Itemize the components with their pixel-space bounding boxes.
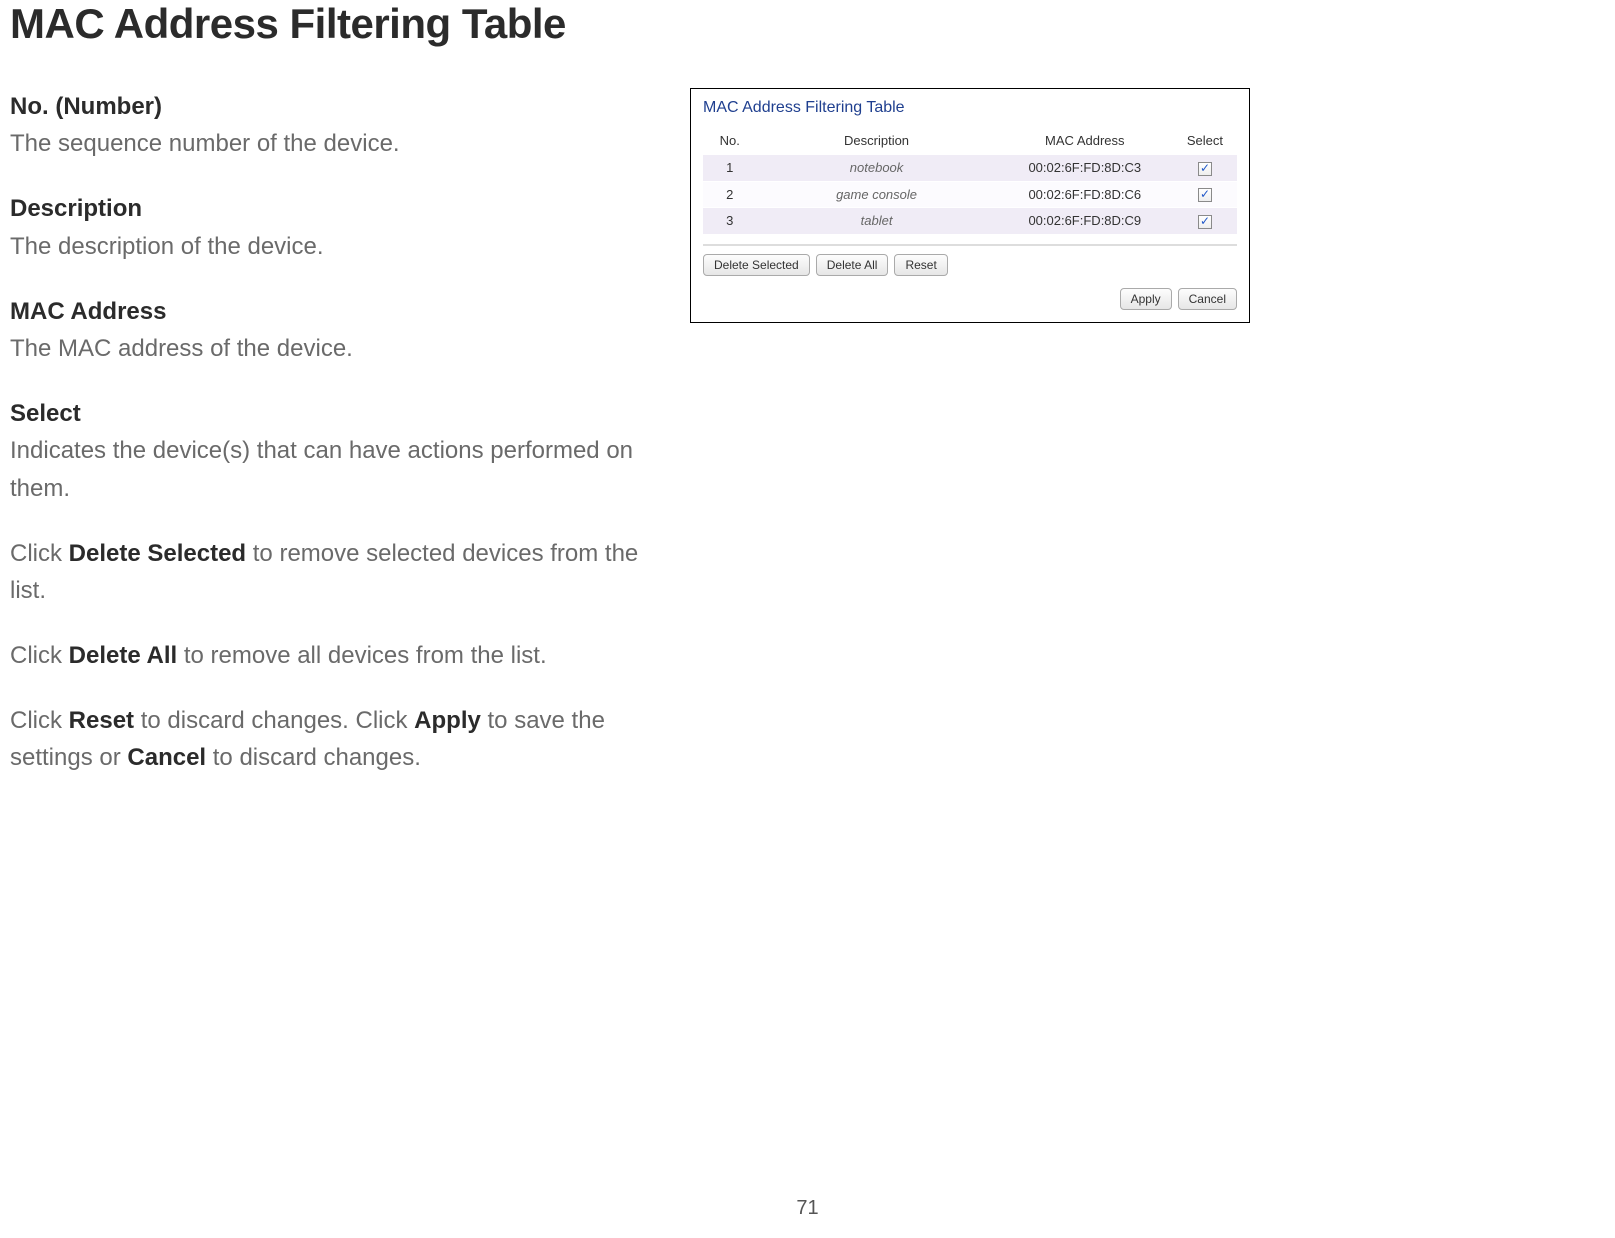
delete-selected-button[interactable]: Delete Selected [703, 254, 810, 276]
bold-reset: Reset [69, 707, 134, 734]
text: to discard changes. [206, 744, 421, 771]
page-title: MAC Address Filtering Table [10, 0, 1605, 48]
def-mac: MAC Address The MAC address of the devic… [10, 293, 650, 367]
mac-table: No. Description MAC Address Select 1 not… [703, 127, 1237, 234]
page-number: 71 [0, 1197, 1615, 1220]
cell-description: tablet [756, 208, 996, 234]
cell-mac: 00:02:6F:FD:8D:C3 [997, 155, 1173, 182]
content-row: No. (Number) The sequence number of the … [10, 88, 1605, 805]
panel-title: MAC Address Filtering Table [703, 99, 1237, 117]
table-row: 3 tablet 00:02:6F:FD:8D:C9 [703, 208, 1237, 234]
def-description: Description The description of the devic… [10, 190, 650, 264]
cell-select [1173, 155, 1237, 182]
text: to remove all devices from the list. [177, 642, 546, 669]
def-select: Select Indicates the device(s) that can … [10, 395, 650, 507]
cell-no: 1 [703, 155, 756, 182]
def-select-body: Indicates the device(s) that can have ac… [10, 432, 650, 506]
def-no: No. (Number) The sequence number of the … [10, 88, 650, 162]
bold-delete-all: Delete All [69, 642, 177, 669]
cell-mac: 00:02:6F:FD:8D:C9 [997, 208, 1173, 234]
cell-select [1173, 181, 1237, 208]
reset-button[interactable]: Reset [894, 254, 947, 276]
cell-mac: 00:02:6F:FD:8D:C6 [997, 181, 1173, 208]
text: to discard changes. Click [134, 707, 414, 734]
cell-no: 2 [703, 181, 756, 208]
definitions-column: No. (Number) The sequence number of the … [10, 88, 650, 805]
table-row: 2 game console 00:02:6F:FD:8D:C6 [703, 181, 1237, 208]
cell-select [1173, 208, 1237, 234]
delete-all-button[interactable]: Delete All [816, 254, 889, 276]
def-no-body: The sequence number of the device. [10, 125, 650, 162]
apply-button[interactable]: Apply [1120, 288, 1172, 310]
mac-filter-panel: MAC Address Filtering Table No. Descript… [690, 88, 1250, 323]
text: Click [10, 540, 69, 567]
text: Click [10, 707, 69, 734]
table-action-row: Delete Selected Delete All Reset [703, 244, 1237, 276]
para-delete-selected: Click Delete Selected to remove selected… [10, 535, 650, 609]
para-delete-all: Click Delete All to remove all devices f… [10, 637, 650, 674]
col-header-select: Select [1173, 127, 1237, 155]
select-checkbox[interactable] [1198, 162, 1212, 176]
bold-apply: Apply [414, 707, 481, 734]
cell-no: 3 [703, 208, 756, 234]
para-reset-apply-cancel: Click Reset to discard changes. Click Ap… [10, 702, 650, 776]
bold-cancel: Cancel [127, 744, 206, 771]
col-header-description: Description [756, 127, 996, 155]
col-header-no: No. [703, 127, 756, 155]
def-description-body: The description of the device. [10, 228, 650, 265]
select-checkbox[interactable] [1198, 188, 1212, 202]
def-no-label: No. (Number) [10, 88, 650, 125]
table-row: 1 notebook 00:02:6F:FD:8D:C3 [703, 155, 1237, 182]
def-select-label: Select [10, 395, 650, 432]
def-mac-label: MAC Address [10, 293, 650, 330]
text: Click [10, 642, 69, 669]
cell-description: game console [756, 181, 996, 208]
col-header-mac: MAC Address [997, 127, 1173, 155]
select-checkbox[interactable] [1198, 215, 1212, 229]
cell-description: notebook [756, 155, 996, 182]
panel-footer-row: Apply Cancel [703, 288, 1237, 310]
def-description-label: Description [10, 190, 650, 227]
table-header-row: No. Description MAC Address Select [703, 127, 1237, 155]
bold-delete-selected: Delete Selected [69, 540, 246, 567]
def-mac-body: The MAC address of the device. [10, 330, 650, 367]
cancel-button[interactable]: Cancel [1178, 288, 1237, 310]
